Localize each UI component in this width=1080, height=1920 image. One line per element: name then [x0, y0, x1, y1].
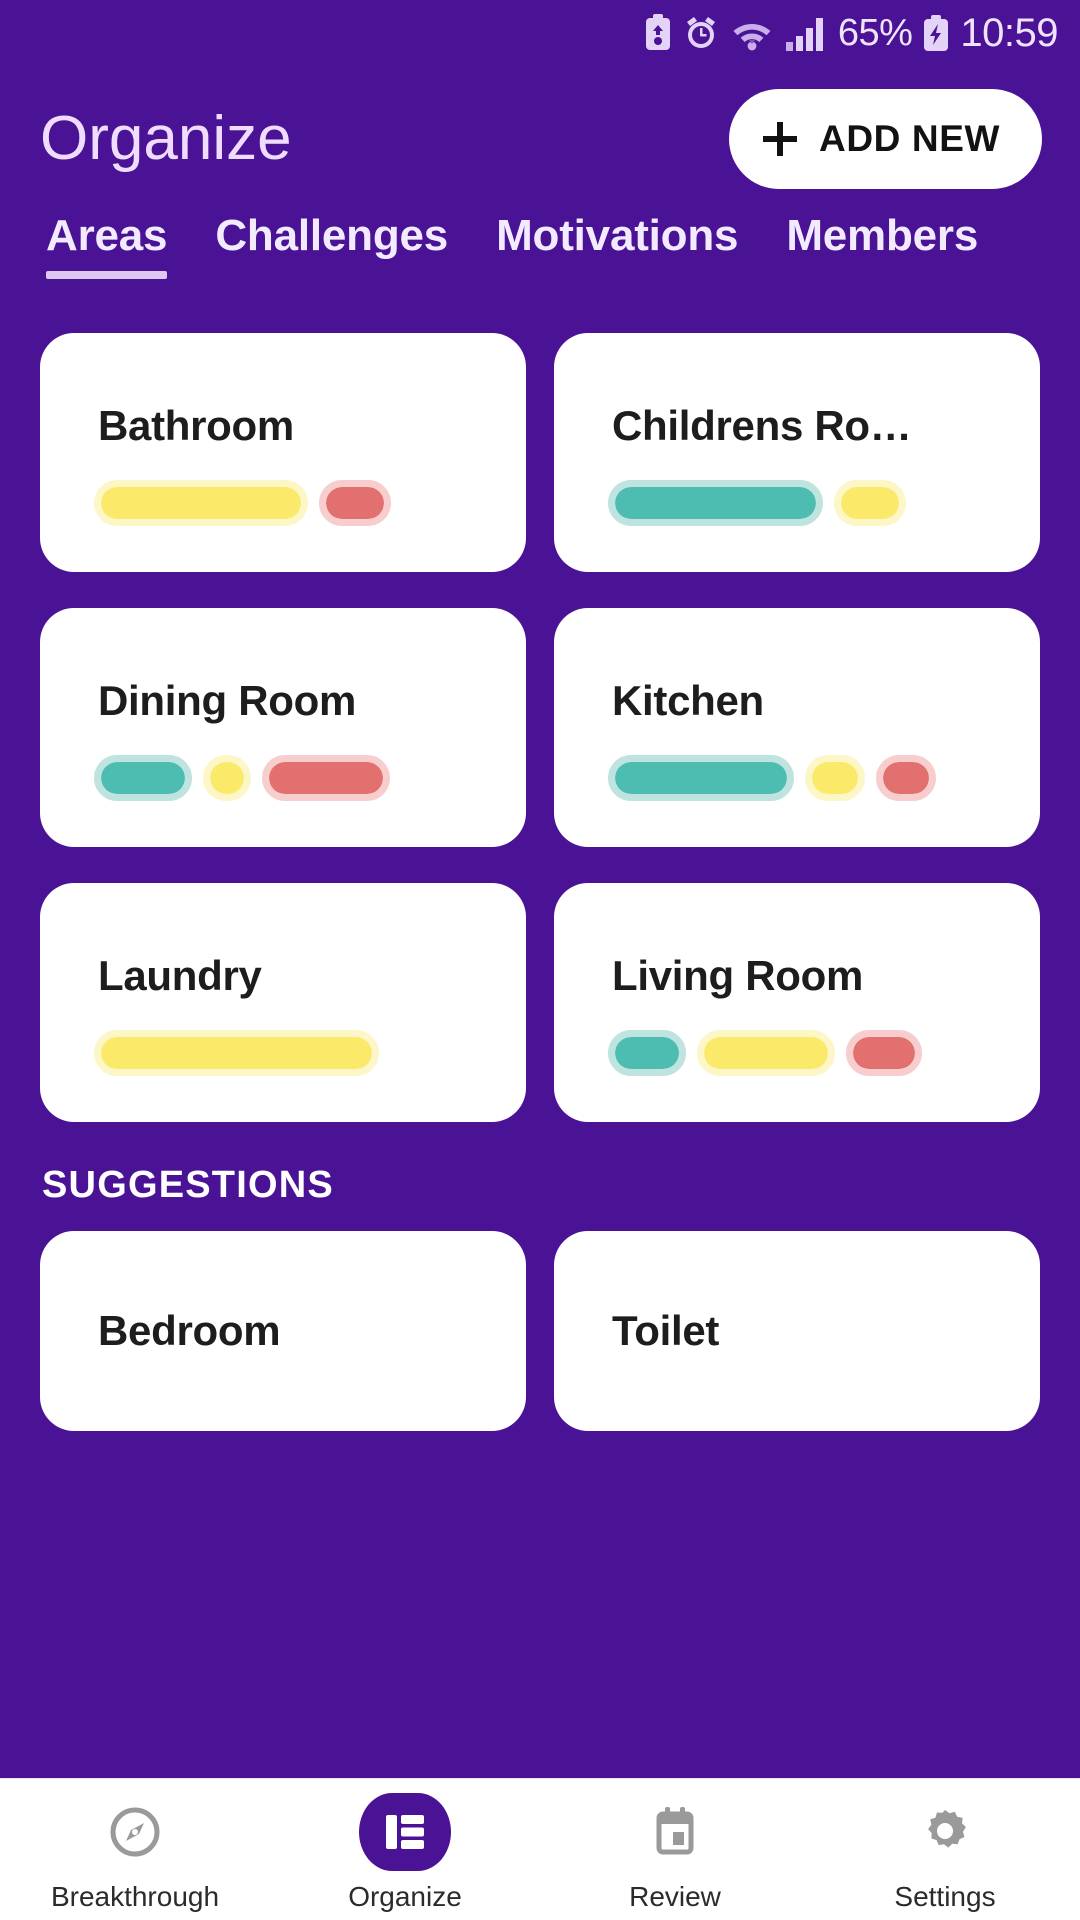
tab-challenges-label: Challenges [215, 211, 449, 260]
area-card[interactable]: Laundry [40, 883, 526, 1122]
add-new-button[interactable]: ADD NEW [729, 88, 1042, 189]
status-bar: 65% 10:59 [0, 0, 1080, 66]
list-grid-icon [359, 1793, 451, 1871]
nav-item-organize-label: Organize [348, 1881, 462, 1912]
tab-motivations[interactable]: Motivations [494, 211, 740, 279]
add-new-label: ADD NEW [819, 117, 1000, 159]
areas-content: Bathroom Childrens Ro… Dining Room Kitch… [0, 311, 1080, 1778]
progress-bar-yellow [834, 480, 906, 526]
progress-bar-red [319, 480, 391, 526]
tab-areas[interactable]: Areas [44, 211, 169, 279]
progress-bar-yellow [94, 480, 308, 526]
progress-bar-red [876, 755, 936, 801]
progress-bar-teal [94, 755, 192, 801]
area-card[interactable]: Kitchen [554, 608, 1040, 847]
area-card-title: Dining Room [98, 677, 356, 724]
bottom-navigation-bar: Breakthrough Organize Review Settings [0, 1778, 1080, 1920]
suggestions-header: SUGGESTIONS [42, 1164, 334, 1206]
cellular-signal-icon [785, 14, 827, 52]
wifi-icon [730, 14, 774, 52]
area-card-title: Kitchen [612, 677, 764, 724]
area-progress-bars [40, 1030, 526, 1076]
calendar-icon [629, 1793, 721, 1871]
suggestion-card[interactable]: Bedroom [40, 1231, 526, 1431]
battery-saver-icon [644, 14, 672, 52]
tab-motivations-label: Motivations [496, 211, 739, 260]
area-card-title: Living Room [612, 952, 864, 999]
suggestion-card-title: Toilet [612, 1307, 720, 1354]
tab-members[interactable]: Members [784, 211, 980, 279]
progress-bar-teal [608, 1030, 686, 1076]
active-tab-indicator [46, 271, 168, 279]
suggestion-card-title: Bedroom [98, 1307, 281, 1354]
area-progress-bars [40, 755, 526, 801]
compass-icon [89, 1793, 181, 1871]
suggestions-grid: Bedroom Toilet [40, 1231, 1040, 1431]
area-card-title: Bathroom [98, 402, 294, 449]
area-card-title: Childrens Ro… [612, 402, 912, 449]
nav-item-review[interactable]: Review [540, 1793, 810, 1913]
progress-bar-red [846, 1030, 922, 1076]
gear-icon [899, 1793, 991, 1871]
area-card-title: Laundry [98, 952, 262, 999]
progress-bar-red [262, 755, 390, 801]
area-progress-bars [554, 1030, 1040, 1076]
area-progress-bars [554, 755, 1040, 801]
alarm-icon [683, 14, 719, 52]
app-screen: 65% 10:59 Organize ADD NEW Areas Challen… [0, 0, 1080, 1920]
tab-challenges[interactable]: Challenges [213, 211, 450, 279]
tab-members-label: Members [786, 211, 979, 260]
battery-percent-label: 65% [837, 12, 913, 54]
progress-bar-yellow [94, 1030, 379, 1076]
area-progress-bars [40, 480, 526, 526]
battery-charging-icon [923, 14, 949, 52]
nav-item-settings[interactable]: Settings [810, 1793, 1080, 1913]
area-progress-bars [554, 480, 1040, 526]
tab-areas-label: Areas [46, 211, 168, 260]
nav-item-organize[interactable]: Organize [270, 1793, 540, 1913]
tab-bar: Areas Challenges Motivations Members [0, 211, 1080, 311]
progress-bar-yellow [203, 755, 251, 801]
progress-bar-yellow [805, 755, 865, 801]
area-card[interactable]: Bathroom [40, 333, 526, 572]
app-header: Organize ADD NEW [0, 66, 1080, 211]
clock-label: 10:59 [960, 11, 1058, 55]
area-card[interactable]: Childrens Ro… [554, 333, 1040, 572]
plus-icon [763, 121, 798, 156]
progress-bar-teal [608, 480, 823, 526]
nav-item-breakthrough[interactable]: Breakthrough [0, 1793, 270, 1913]
page-title: Organize [40, 103, 292, 173]
nav-item-review-label: Review [629, 1881, 721, 1912]
progress-bar-teal [608, 755, 794, 801]
suggestion-card[interactable]: Toilet [554, 1231, 1040, 1431]
nav-item-settings-label: Settings [894, 1881, 996, 1912]
areas-grid: Bathroom Childrens Ro… Dining Room Kitch… [40, 333, 1040, 1122]
area-card[interactable]: Living Room [554, 883, 1040, 1122]
progress-bar-yellow [697, 1030, 835, 1076]
area-card[interactable]: Dining Room [40, 608, 526, 847]
nav-item-breakthrough-label: Breakthrough [50, 1881, 220, 1912]
